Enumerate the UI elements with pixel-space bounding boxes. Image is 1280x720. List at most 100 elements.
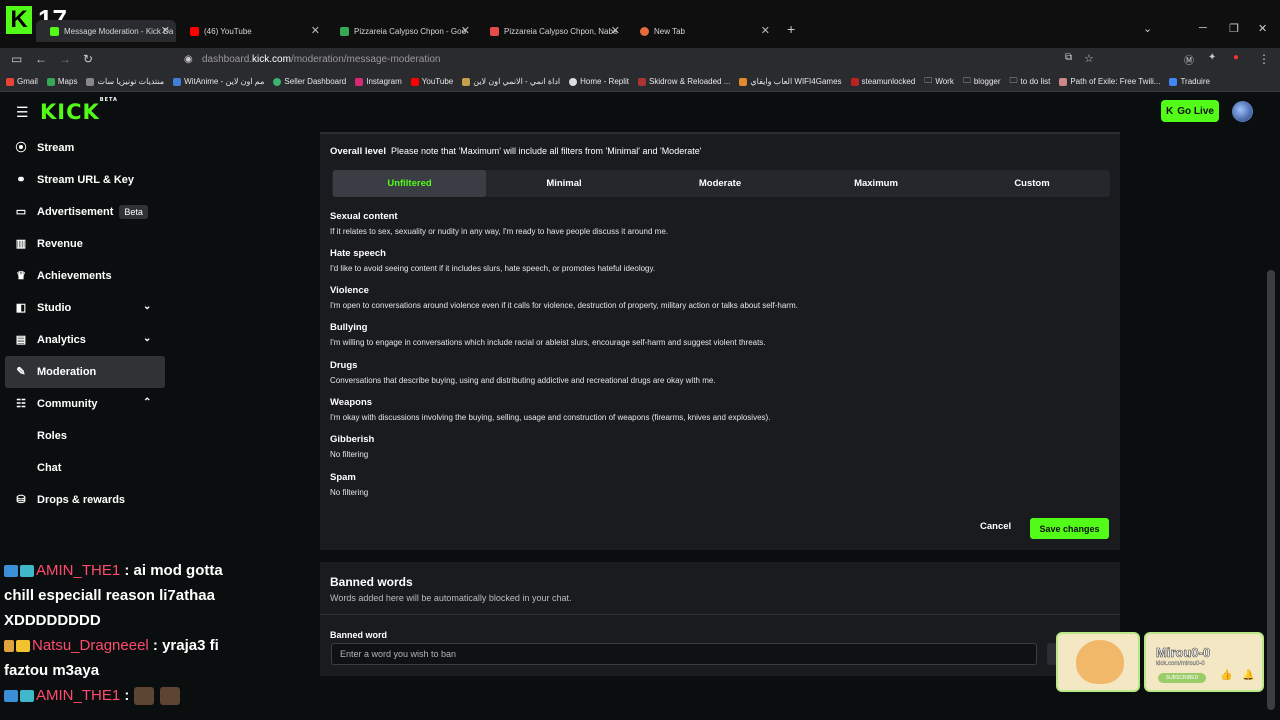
tab-youtube[interactable]: (46) YouTube ✕ [176,20,326,42]
save-changes-button[interactable]: Save changes [1030,518,1109,539]
bookmark-label: steamunlocked [861,77,916,86]
tab-pizzareia-2[interactable]: Pizzareia Calypso Chpon, Nabe ✕ [476,20,626,42]
tab-message-moderation[interactable]: Message Moderation - Kick Da ✕ [36,20,176,42]
sidebar-item-community[interactable]: ☷ Community ⌃ [0,388,172,420]
bookmark-instagram[interactable]: Instagram [355,77,402,86]
url-domain: kick.com [252,54,291,65]
sidebar-item-advertisement[interactable]: ▭ Advertisement Beta [0,196,172,228]
sidebar-item-chat[interactable]: Chat [0,452,172,484]
close-icon[interactable]: ✕ [311,24,320,37]
sidebar-item-drops-rewards[interactable]: ⛁ Drops & rewards [0,484,172,516]
level-custom[interactable]: Custom [954,170,1110,197]
flame-badge-icon [4,640,14,653]
overall-level-header: Overall level Please note that 'Maximum'… [330,146,701,157]
bookmark-gmail[interactable]: Gmail [6,77,38,86]
site-info-icon[interactable]: ◉ [184,50,193,70]
sidebar-item-analytics[interactable]: ▤ Analytics ⌄ [0,324,172,356]
page-scrollbar[interactable] [1267,270,1275,710]
extensions-puzzle-icon[interactable]: ✦ [1208,52,1216,63]
close-icon[interactable]: ✕ [761,24,770,37]
thumbs-up-icon: 👍 [1220,670,1233,681]
trophy-icon: ♛ [16,270,26,282]
category-drugs: Drugs Conversations that describe buying,… [330,360,716,385]
extension-m-icon[interactable]: Ⓜ [1184,52,1194,67]
youtube-favicon-icon [190,26,199,36]
sidebar-item-stream[interactable]: ⦿ Stream [0,132,172,164]
sidebar-item-achievements[interactable]: ♛ Achievements [0,260,172,292]
promo-channel-link: kick.com/mirou0-0 [1156,661,1205,667]
bookmark-label: Gmail [17,77,38,86]
sidebar-item-moderation[interactable]: ✎ Moderation [5,356,165,388]
bookmark-wifi4games[interactable]: العاب وايفاي WIFI4Games [739,77,842,86]
hamburger-menu-icon[interactable]: ☰ [16,104,29,121]
sidebar-item-label: Achievements [37,270,112,282]
minimize-icon[interactable]: ─ [1199,22,1207,34]
level-maximum[interactable]: Maximum [798,170,954,197]
category-hate-speech: Hate speech I'd like to avoid seeing cont… [330,248,655,273]
level-selector: Unfiltered Minimal Moderate Maximum Cust… [332,170,1110,197]
bookmark-replit[interactable]: Home - Replit [569,77,629,86]
category-title: Gibberish [330,434,375,445]
kick-k-icon: K [1166,105,1174,117]
close-icon[interactable]: ✕ [161,24,170,37]
window-close-icon[interactable]: ✕ [1258,22,1267,35]
chat-text: : [124,687,130,704]
back-arrow-icon[interactable]: ← [35,52,47,66]
bookmark-seller-dashboard[interactable]: Seller Dashboard [273,77,346,86]
close-icon[interactable]: ✕ [611,24,620,37]
kick-favicon-icon [50,26,59,36]
bookmark-folder-work[interactable]: 🗀 Work [924,75,954,89]
install-app-icon[interactable]: ⧉ [1065,52,1072,63]
new-tab-plus-icon[interactable]: + [787,21,795,37]
sidebar-item-roles[interactable]: Roles [0,420,172,452]
sidebar-item-stream-url-key[interactable]: ⚭ Stream URL & Key [0,164,172,196]
kick-logo[interactable]: KICKBETA [40,97,118,124]
site-favicon-icon [490,26,499,36]
cancel-button[interactable]: Cancel [980,521,1011,532]
bookmark-traduire[interactable]: Traduire [1169,77,1210,86]
banned-words-subtitle: Words added here will be automatically b… [330,593,572,603]
bookmark-folder-todo[interactable]: 🗀 to do list [1010,75,1051,89]
bookmark-witanime[interactable]: WitAnime - مم اون لاين [173,77,264,86]
forward-arrow-icon[interactable]: → [59,52,71,66]
sidebar-item-label: Studio [37,302,72,314]
level-minimal[interactable]: Minimal [486,170,642,197]
site-icon [739,77,748,86]
youtube-icon [410,77,419,86]
bookmark-skidrow[interactable]: Skidrow & Reloaded ... [638,77,730,86]
bookmark-star-icon[interactable]: ☆ [1084,52,1094,65]
go-live-button[interactable]: K Go Live [1161,100,1219,122]
chat-message: AMIN_THE1 : ai mod gotta chill especiall… [4,558,254,633]
bookmark-maps[interactable]: Maps [46,77,77,86]
sidebar-item-revenue[interactable]: ▥ Revenue [0,228,172,260]
sidebar-item-label: Drops & rewards [37,494,126,506]
profile-icon[interactable]: ● [1233,52,1239,63]
chat-username: AMIN_THE1 [36,687,121,704]
reload-icon[interactable]: ↻ [83,52,93,66]
tab-pizzareia-maps[interactable]: Pizzareia Calypso Chpon - Goo ✕ [326,20,476,42]
maximize-icon[interactable]: ❐ [1229,22,1239,35]
bookmark-path-of-exile[interactable]: Path of Exile: Free Twili... [1059,77,1160,86]
tab-list-chevron-icon[interactable]: ⌄ [1143,22,1152,35]
bookmark-tunisia-sat[interactable]: منتديات تونيزيا سات [86,77,164,86]
banned-word-input[interactable]: Enter a word you wish to ban [331,643,1037,665]
bookmark-label: WitAnime - مم اون لاين [184,77,265,86]
bookmark-folder-blogger[interactable]: 🗀 blogger [963,75,1001,89]
level-moderate[interactable]: Moderate [642,170,798,197]
sidebar-item-studio[interactable]: ◧ Studio ⌄ [0,292,172,324]
sidebar-toggle-icon[interactable]: ▭ [11,52,22,66]
level-unfiltered[interactable]: Unfiltered [333,170,486,197]
avatar[interactable] [1232,101,1253,122]
url-field[interactable]: ◉ dashboard.kick.com/moderation/message-m… [180,50,1100,70]
category-title: Bullying [330,322,368,333]
url-path: /moderation/message-moderation [290,54,441,65]
bookmark-label: YouTube [421,77,454,86]
chat-badge-icon [4,565,18,578]
tab-new-tab[interactable]: New Tab ✕ [626,20,776,42]
bookmark-anime-tool[interactable]: اداة انمي - الانمي اون لاين [462,77,560,86]
bookmark-label: Traduire [1180,77,1210,86]
close-icon[interactable]: ✕ [461,24,470,37]
menu-kebab-icon[interactable]: ⋮ [1258,52,1270,66]
bookmark-steamunlocked[interactable]: steamunlocked [850,77,916,86]
bookmark-youtube[interactable]: YouTube [410,77,454,86]
